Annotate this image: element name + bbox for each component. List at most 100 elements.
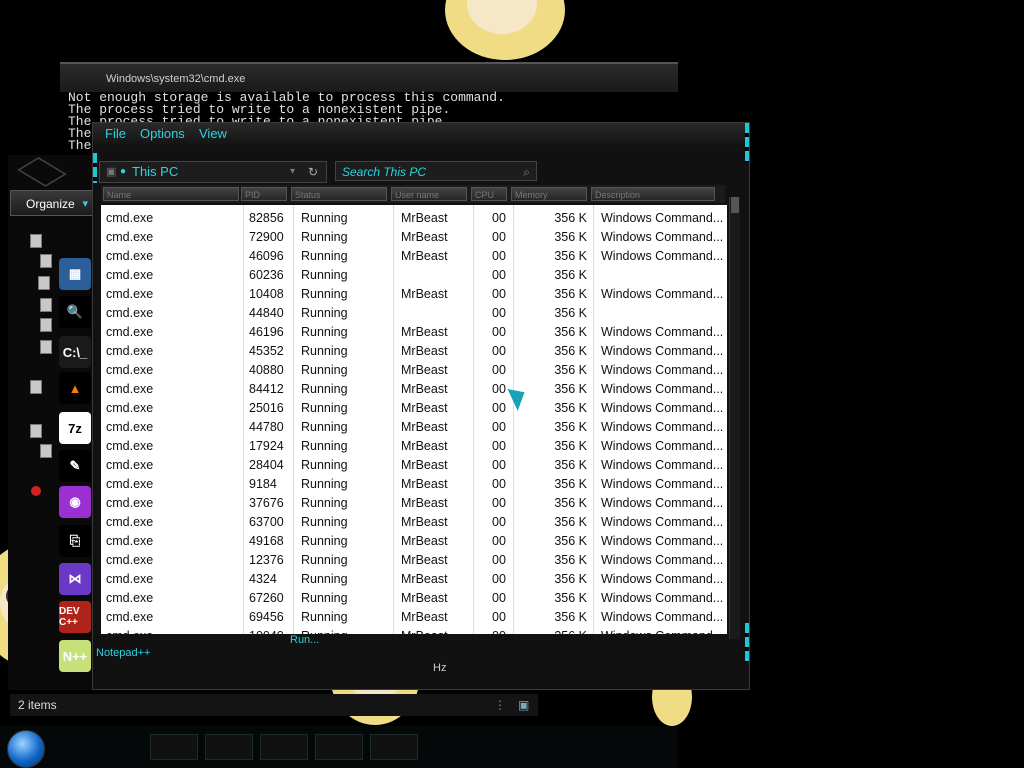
table-row[interactable]: cmd.exe 40880 Running MrBeast 00 356 K Windows… [101, 361, 727, 380]
cmd-window[interactable]: Windows\system32\cmd.exe [60, 62, 678, 92]
cell-name: cmd.exe [106, 496, 154, 510]
run-label[interactable]: Run... [290, 634, 319, 646]
cell-pid: 25016 [249, 401, 284, 415]
table-row[interactable]: cmd.exe 69456 Running MrBeast 00 356 K Windows… [101, 608, 727, 627]
table-row[interactable]: cmd.exe 9184 Running MrBeast 00 356 K Windows … [101, 475, 727, 494]
cell-status: Running [301, 401, 348, 415]
taskbar-item[interactable] [315, 734, 363, 760]
scrollbar-thumb[interactable] [731, 197, 739, 213]
table-row[interactable]: cmd.exe 45352 Running MrBeast 00 356 K Windows… [101, 342, 727, 361]
table-row[interactable]: cmd.exe 60236 Running 00 356 K [101, 266, 727, 285]
table-row[interactable]: cmd.exe 82856 Running MrBeast 00 356 K Windows… [101, 209, 727, 228]
table-row[interactable]: cmd.exe10040RunningMrBeast00356 KWindows… [101, 627, 727, 634]
column-header-cpu[interactable]: CPU [471, 187, 507, 201]
column-header-description[interactable]: Description [591, 187, 715, 201]
cell-cpu: 00 [492, 287, 506, 301]
menu-view[interactable]: View [199, 126, 227, 141]
cell-desc: Windows Command... [601, 496, 724, 510]
table-row[interactable]: cmd.exe 67260 Running MrBeast 00 356 K Windows… [101, 589, 727, 608]
taskbar-item[interactable] [205, 734, 253, 760]
cell-user: MrBeast [401, 572, 448, 586]
table-row[interactable]: cmd.exe 46196 Running MrBeast 00 356 K Windows… [101, 323, 727, 342]
address-bar[interactable]: ▣ ● This PC ▾ ↻ [99, 161, 327, 183]
vertical-scrollbar[interactable] [729, 197, 740, 639]
column-header-memory[interactable]: Memory [511, 187, 587, 201]
cmd-title-bar[interactable]: Windows\system32\cmd.exe [60, 62, 678, 92]
cell-cpu: 00 [492, 534, 506, 548]
taskbar-item[interactable] [370, 734, 418, 760]
network-icon[interactable]: ⎘ [59, 525, 91, 557]
menu-options[interactable]: Options [140, 126, 185, 141]
cell-cpu: 00 [492, 610, 506, 624]
table-row[interactable]: cmd.exe 10408 Running MrBeast 00 356 K Windows… [101, 285, 727, 304]
search-icon[interactable]: 🔍 [59, 296, 91, 328]
table-row[interactable]: cmd.exe 46096 Running MrBeast 00 356 K Windows… [101, 247, 727, 266]
cell-cpu: 00 [492, 249, 506, 263]
table-row[interactable]: cmd.exe 12376 Running MrBeast 00 356 K Windows… [101, 551, 727, 570]
7zip-icon[interactable]: 7z [59, 412, 91, 444]
details-view-icon[interactable]: ⋮ [494, 694, 506, 716]
preview-view-icon[interactable]: ▣ [518, 694, 529, 716]
cell-user: MrBeast [401, 496, 448, 510]
column-header-user-name[interactable]: User name [391, 187, 467, 201]
cell-status: Running [301, 477, 348, 491]
file-icon [40, 254, 52, 268]
table-row[interactable]: cmd.exe 44780 Running MrBeast 00 356 K Windows… [101, 418, 727, 437]
terminal-icon[interactable]: C:\_ [59, 336, 91, 368]
taskbar-item[interactable] [260, 734, 308, 760]
cell-pid: 46196 [249, 325, 284, 339]
column-header-name[interactable]: Name [103, 187, 239, 201]
cell-desc: Windows Command... [601, 325, 724, 339]
menu-file[interactable]: File [105, 126, 126, 141]
table-row[interactable]: cmd.exe 4324 Running MrBeast 00 356 K Windows … [101, 570, 727, 589]
cell-user: MrBeast [401, 211, 448, 225]
visual-studio-icon[interactable]: ⋈ [59, 563, 91, 595]
cell-mem: 356 K [554, 572, 587, 586]
cell-user: MrBeast [401, 458, 448, 472]
mask-app-icon[interactable]: ◉ [59, 486, 91, 518]
cell-desc: Windows Command... [601, 344, 724, 358]
task-manager-window[interactable]: File Options View ▣ ● This PC ▾ ↻ Search… [92, 122, 750, 690]
cell-cpu: 00 [492, 591, 506, 605]
table-row[interactable]: cmd.exe 84412 Running MrBeast 00 356 K Windows… [101, 380, 727, 399]
table-row[interactable]: cmd.exe 17924 Running MrBeast 00 356 K Windows… [101, 437, 727, 456]
notepadpp-icon[interactable]: N++ [59, 640, 91, 672]
search-icon[interactable]: ⌕ [523, 162, 530, 182]
chevron-down-icon[interactable]: ▾ [290, 162, 295, 182]
cell-cpu: 00 [492, 553, 506, 567]
cmd-title: Windows\system32\cmd.exe [106, 73, 246, 85]
refresh-icon[interactable]: ↻ [308, 162, 318, 182]
cell-user: MrBeast [401, 344, 448, 358]
table-row[interactable]: cmd.exe 63700 Running MrBeast 00 356 K Windows… [101, 513, 727, 532]
table-row[interactable]: cmd.exe 28404 Running MrBeast 00 356 K Windows… [101, 456, 727, 475]
organize-button[interactable]: Organize [10, 190, 95, 217]
cell-desc: Windows Command... [601, 249, 724, 263]
notepad-label[interactable]: Notepad++ [96, 647, 150, 659]
cell-mem: 356 K [554, 591, 587, 605]
table-row[interactable]: cmd.exe 49168 Running MrBeast 00 356 K Windows… [101, 532, 727, 551]
start-button[interactable] [7, 730, 45, 768]
column-header-pid[interactable]: PID [241, 187, 287, 201]
cell-desc: Windows Command... [601, 382, 724, 396]
table-row[interactable]: cmd.exe 25016 Running MrBeast 00 356 K Windows… [101, 399, 727, 418]
cell-status: Running [301, 249, 348, 263]
pencil-icon[interactable]: ✎ [59, 450, 91, 482]
cell-cpu: 00 [492, 325, 506, 339]
cell-name: cmd.exe [106, 363, 154, 377]
devcpp-icon[interactable]: DEV C++ [59, 601, 91, 633]
cell-name: cmd.exe [106, 325, 154, 339]
search-input[interactable]: Search This PC ⌕ [335, 161, 537, 181]
table-row[interactable]: cmd.exe 37676 Running MrBeast 00 356 K Windows… [101, 494, 727, 513]
table-row[interactable]: cmd.exe 72900 Running MrBeast 00 356 K Windows… [101, 228, 727, 247]
table-row[interactable]: cmd.exe 44840 Running 00 356 K [101, 304, 727, 323]
cell-desc: Windows Command... [601, 591, 724, 605]
cell-desc: Windows Command... [601, 534, 724, 548]
cell-desc: Windows Command... [601, 287, 724, 301]
taskbar-item[interactable] [150, 734, 198, 760]
control-panel-icon[interactable]: ▦ [59, 258, 91, 290]
file-icon [30, 380, 42, 394]
cell-desc: Windows Command... [601, 458, 724, 472]
column-header-status[interactable]: Status [291, 187, 387, 201]
vlc-icon[interactable]: ▲ [59, 372, 91, 404]
cell-desc: Windows Command... [601, 439, 724, 453]
